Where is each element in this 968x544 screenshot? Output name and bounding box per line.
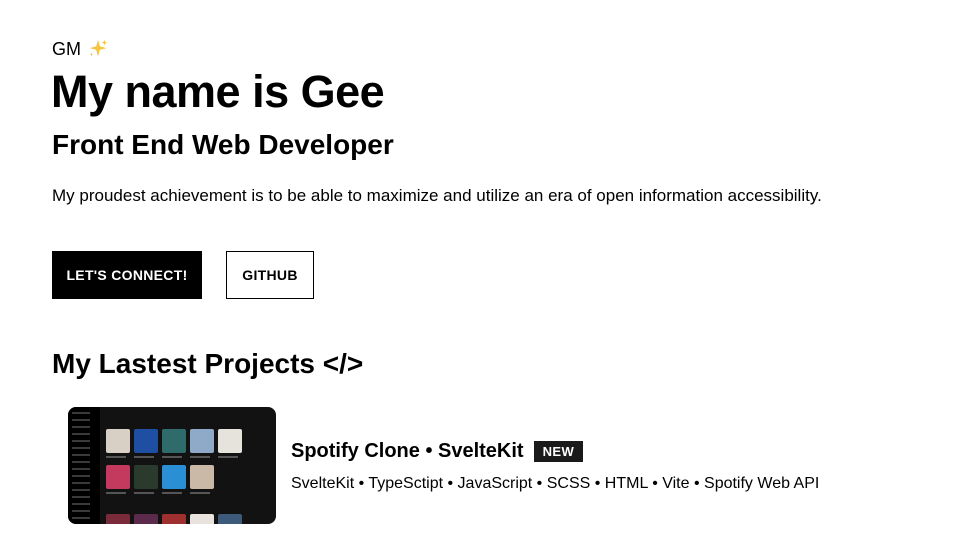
greeting-text: GM bbox=[52, 38, 81, 59]
project-card-spotify-clone[interactable]: Spotify Clone • SvelteKit NEW SvelteKit … bbox=[68, 407, 848, 525]
hero-title: My name is Gee bbox=[51, 66, 385, 117]
hero-description: My proudest achievement is to be able to… bbox=[52, 186, 822, 205]
hero-subtitle: Front End Web Developer bbox=[52, 129, 394, 160]
project-title-row: Spotify Clone • SvelteKit NEW bbox=[291, 440, 819, 463]
project-info: Spotify Clone • SvelteKit NEW SvelteKit … bbox=[291, 440, 819, 493]
lets-connect-button[interactable]: LET'S CONNECT! bbox=[52, 251, 202, 299]
greeting: GM bbox=[52, 38, 109, 60]
thumbnail-sidebar bbox=[68, 407, 100, 524]
new-badge: NEW bbox=[533, 441, 584, 462]
projects-heading: My Lastest Projects </> bbox=[52, 348, 364, 379]
project-title[interactable]: Spotify Clone • SvelteKit bbox=[291, 440, 524, 463]
sparkles-icon bbox=[89, 39, 108, 57]
page: GM My name is Gee Front End Web Develope… bbox=[0, 0, 968, 544]
github-button[interactable]: GITHUB bbox=[226, 251, 314, 299]
project-thumbnail bbox=[68, 407, 276, 524]
project-tech-stack: SvelteKit • TypeSctipt • JavaScript • SC… bbox=[291, 475, 820, 492]
